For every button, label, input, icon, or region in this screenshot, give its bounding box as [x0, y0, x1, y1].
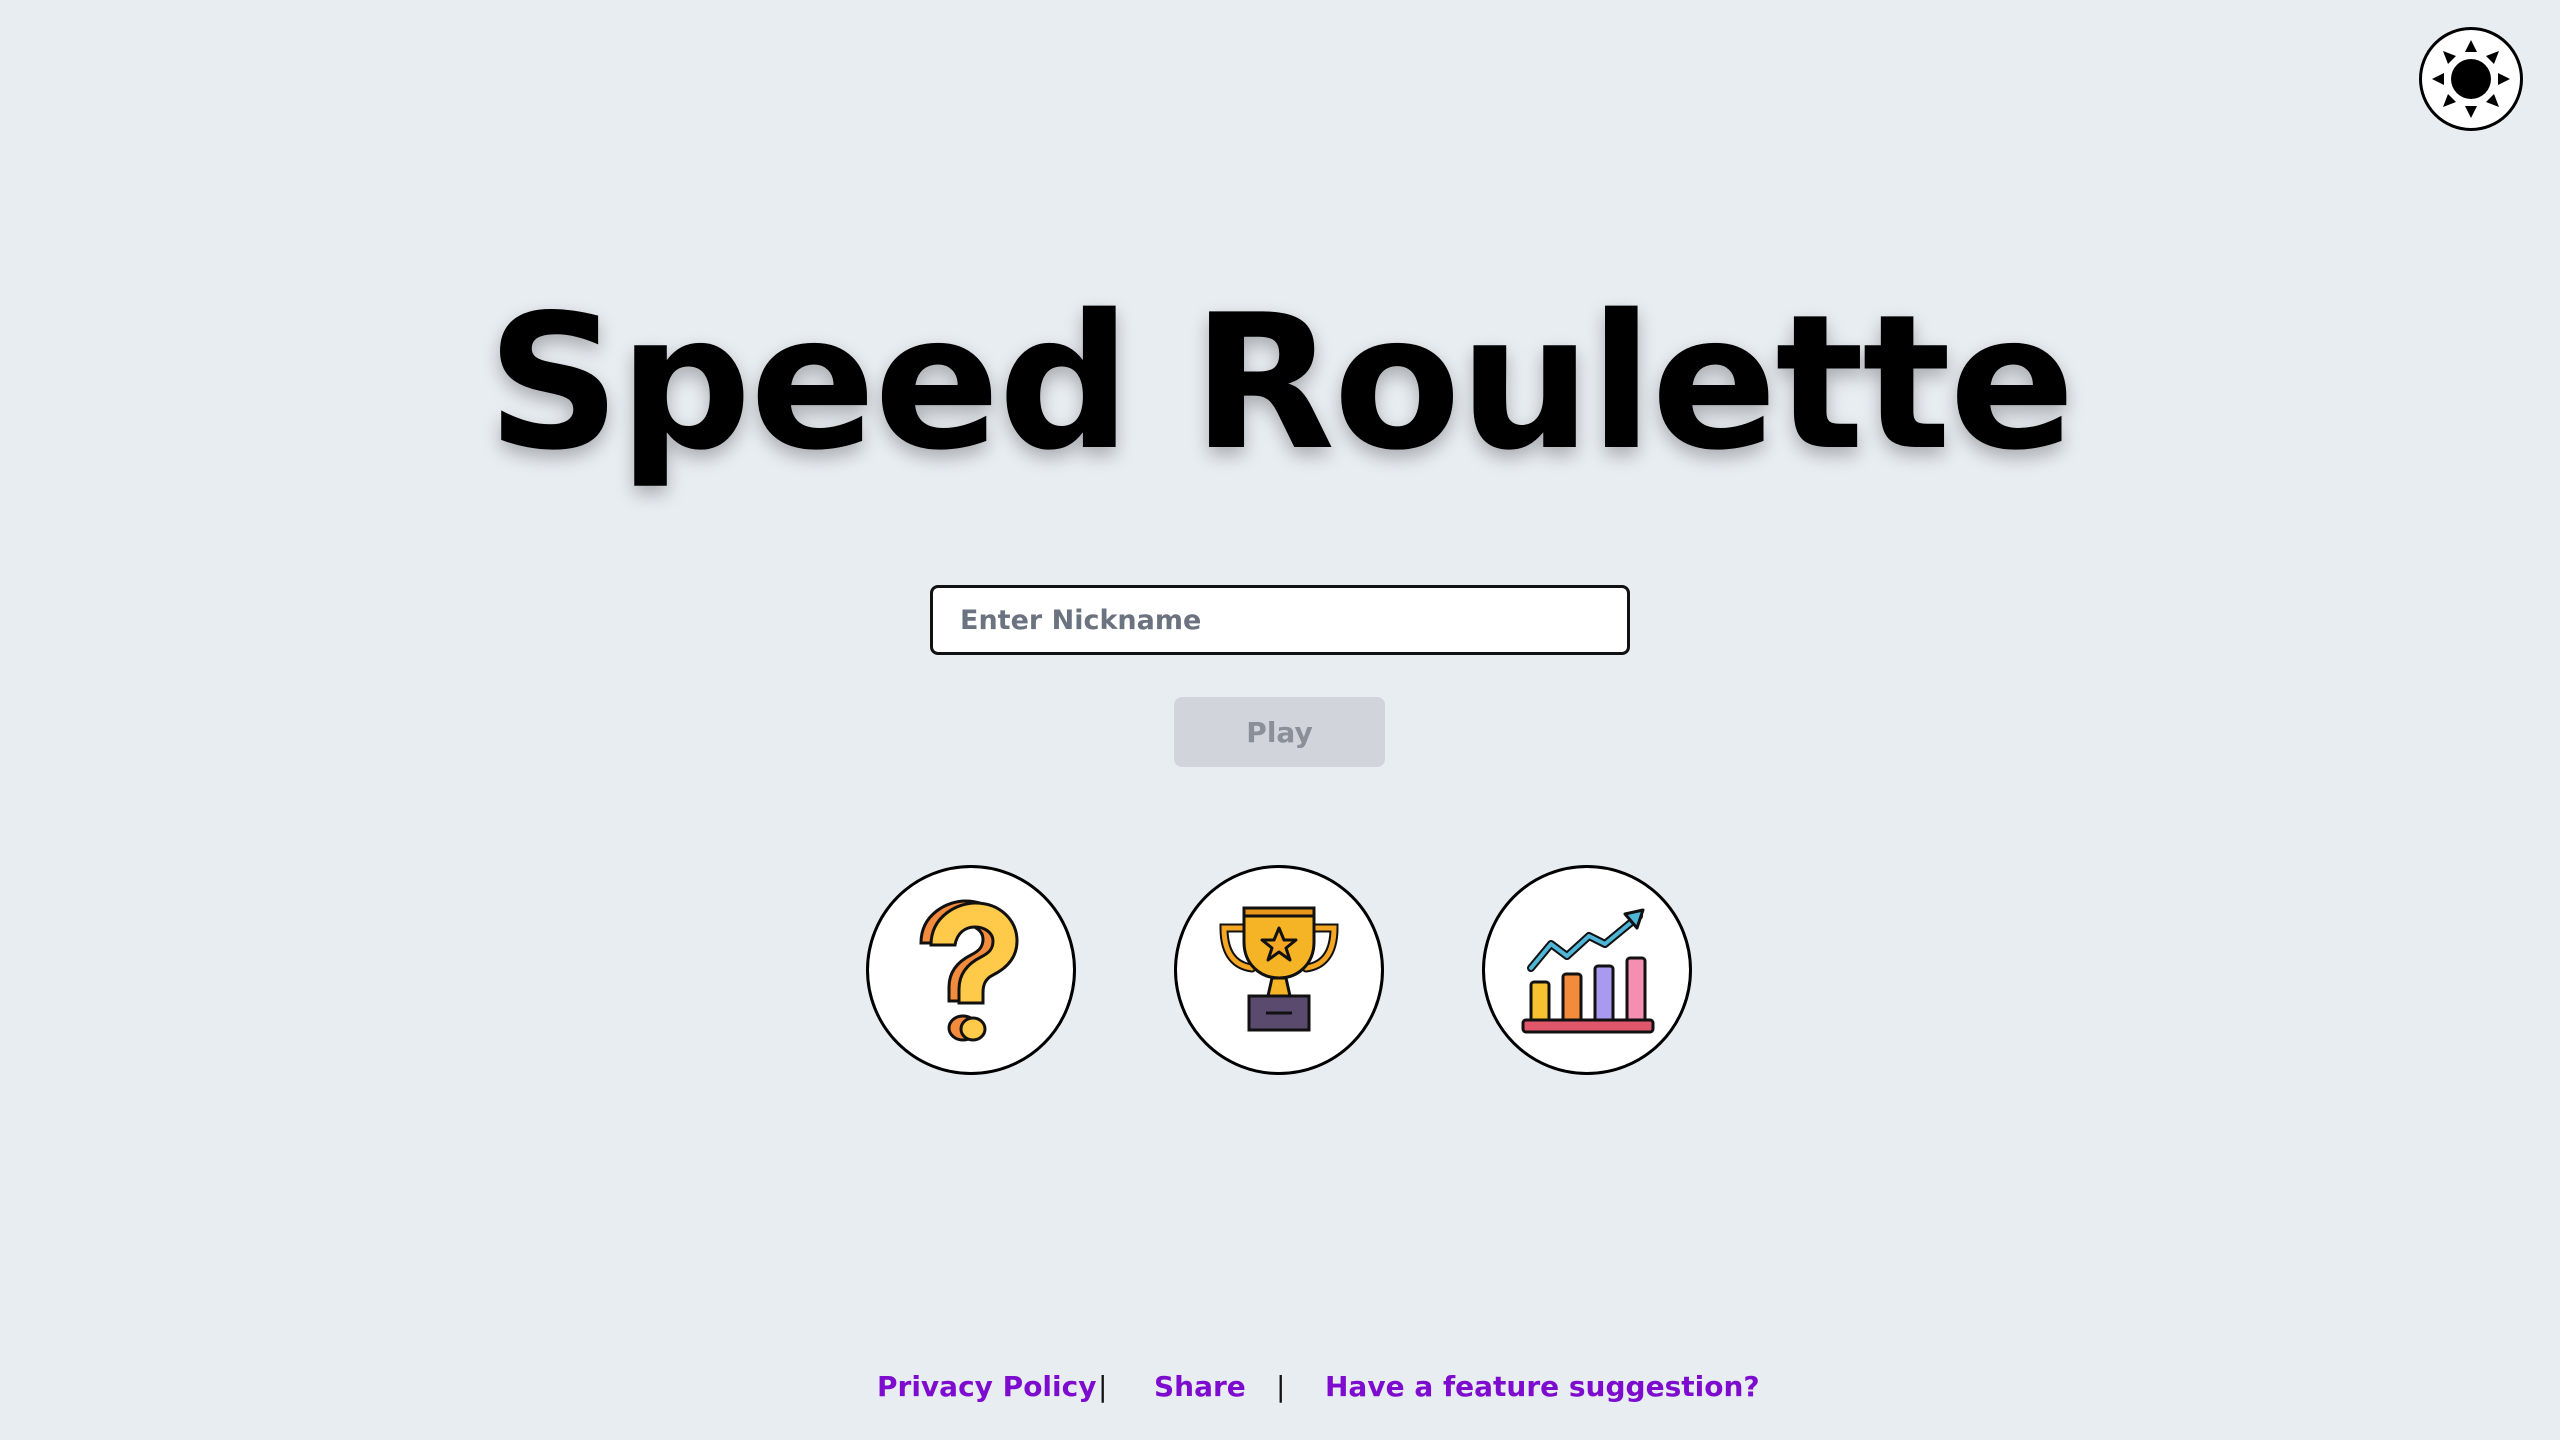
leaderboard-button[interactable] [1174, 865, 1384, 1075]
play-button[interactable]: Play [1174, 697, 1385, 767]
page-title: Speed Roulette [486, 274, 2076, 491]
help-button[interactable] [866, 865, 1076, 1075]
footer-separator: | [1276, 1370, 1286, 1403]
theme-toggle-button[interactable] [2419, 27, 2523, 131]
share-link[interactable]: Share [1154, 1370, 1246, 1403]
footer: Privacy Policy | Share | Have a feature … [0, 1370, 2560, 1414]
bar-chart-icon [1521, 908, 1655, 1034]
privacy-policy-link[interactable]: Privacy Policy [877, 1370, 1096, 1403]
page: Speed Roulette Play [0, 0, 2560, 1440]
statistics-button[interactable] [1482, 865, 1692, 1075]
trophy-icon [1219, 906, 1339, 1032]
footer-separator: | [1098, 1370, 1108, 1403]
nickname-input[interactable] [930, 585, 1630, 655]
question-mark-icon [919, 899, 1019, 1042]
sun-icon [2432, 40, 2510, 118]
feature-suggestion-link[interactable]: Have a feature suggestion? [1325, 1370, 1760, 1403]
